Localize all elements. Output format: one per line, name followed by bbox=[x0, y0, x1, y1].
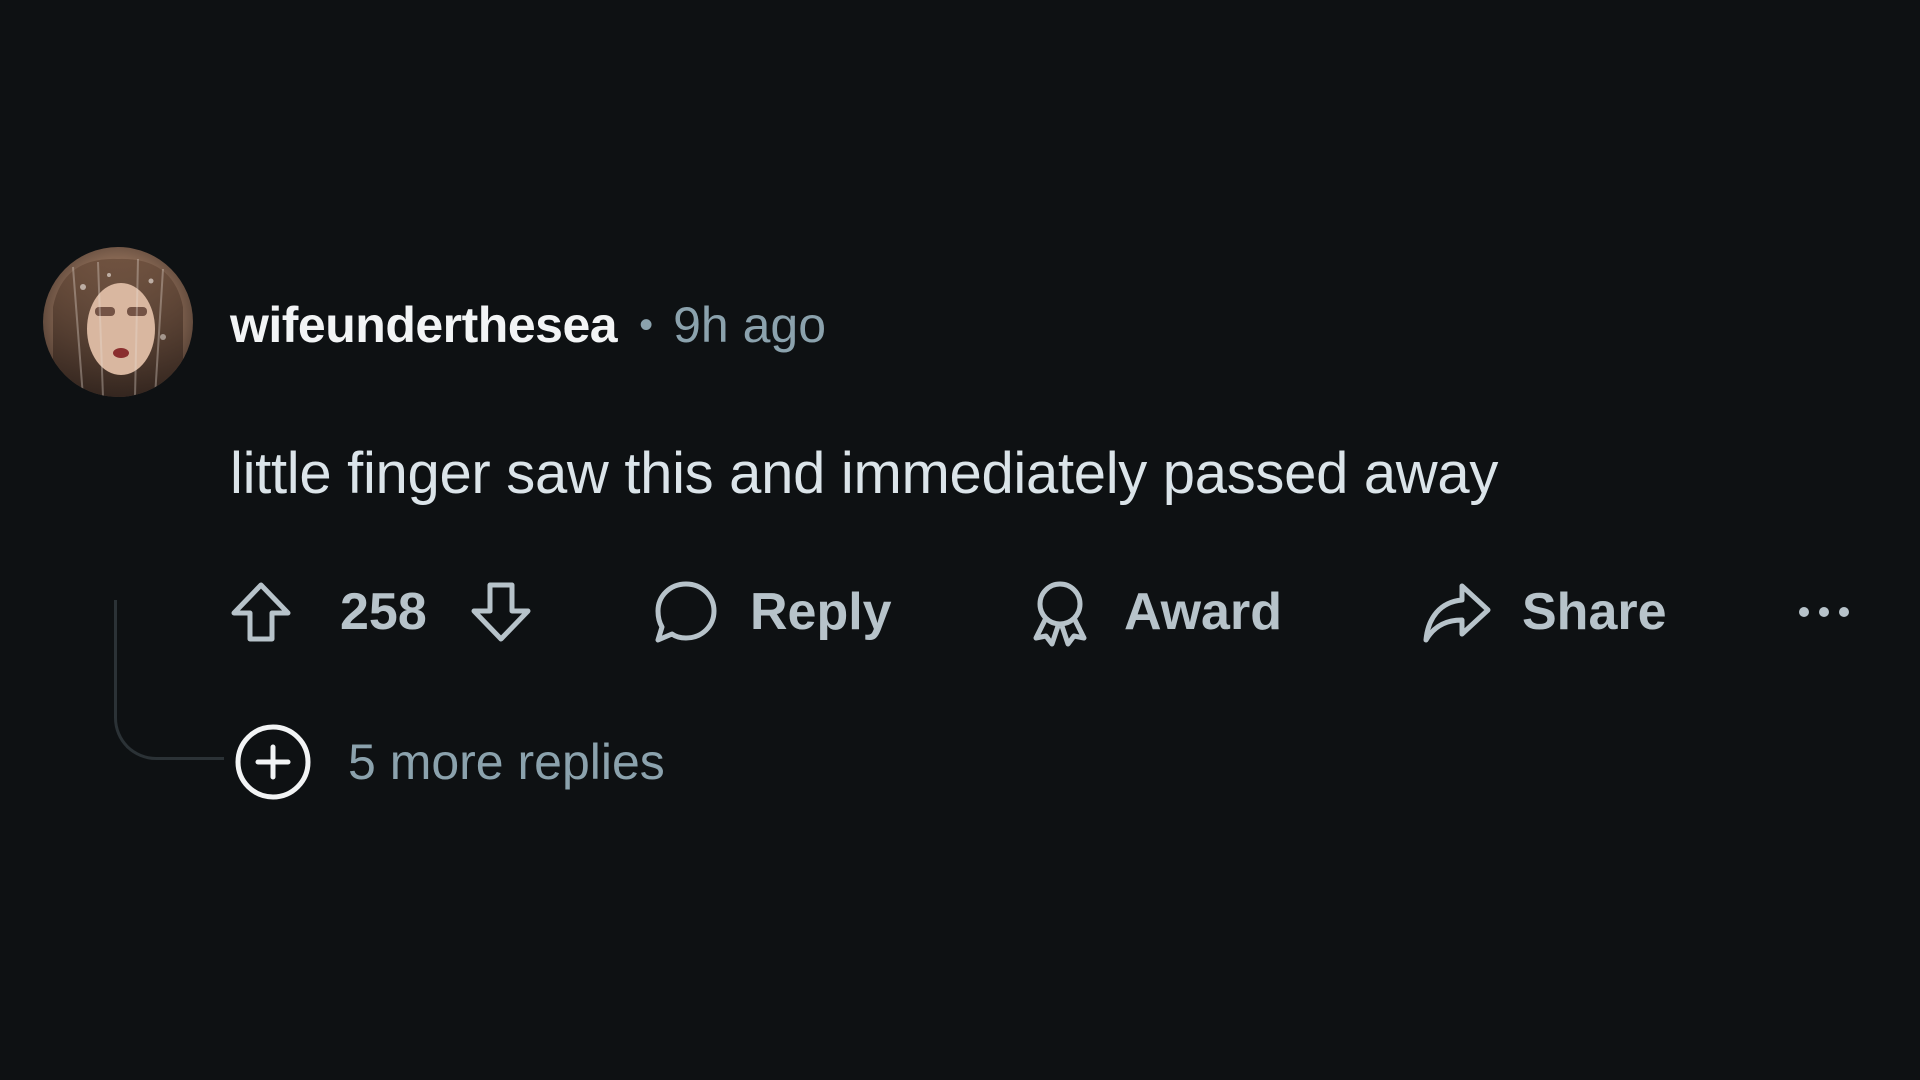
arrow-down-icon bbox=[471, 582, 531, 642]
award-icon bbox=[1033, 581, 1087, 647]
thread-line[interactable] bbox=[114, 600, 224, 760]
vote-count: 258 bbox=[340, 583, 427, 641]
speech-bubble-icon bbox=[655, 581, 717, 643]
downvote-button[interactable] bbox=[466, 570, 536, 654]
avatar[interactable] bbox=[43, 247, 193, 397]
meta-separator: • bbox=[639, 302, 654, 347]
comment-action-bar: 258 Reply Award Share bbox=[226, 570, 1886, 654]
comment-body: little finger saw this and immediately p… bbox=[230, 441, 1499, 506]
vote-score: 258 bbox=[340, 570, 427, 654]
comment-thread: wifeunderthesea • 9h ago little finger s… bbox=[0, 0, 1920, 1080]
award-label: Award bbox=[1124, 583, 1282, 641]
comment-timestamp[interactable]: 9h ago bbox=[673, 296, 826, 354]
plus-circle-icon bbox=[235, 724, 311, 800]
award-button[interactable]: Award bbox=[1024, 570, 1282, 654]
more-replies-button[interactable]: 5 more replies bbox=[234, 722, 665, 802]
reply-button[interactable]: Reply bbox=[650, 570, 892, 654]
upvote-button[interactable] bbox=[226, 570, 296, 654]
more-replies-label: 5 more replies bbox=[348, 734, 665, 790]
username-link[interactable]: wifeunderthesea bbox=[230, 296, 618, 354]
arrow-up-icon bbox=[231, 582, 291, 642]
reply-label: Reply bbox=[750, 583, 892, 641]
share-icon bbox=[1423, 583, 1491, 643]
ellipsis-icon bbox=[1799, 607, 1849, 617]
more-options-button[interactable] bbox=[1794, 570, 1854, 654]
share-label: Share bbox=[1522, 583, 1667, 641]
share-button[interactable]: Share bbox=[1418, 570, 1667, 654]
comment-meta: wifeunderthesea • 9h ago bbox=[230, 293, 826, 357]
avatar-image bbox=[43, 247, 193, 397]
